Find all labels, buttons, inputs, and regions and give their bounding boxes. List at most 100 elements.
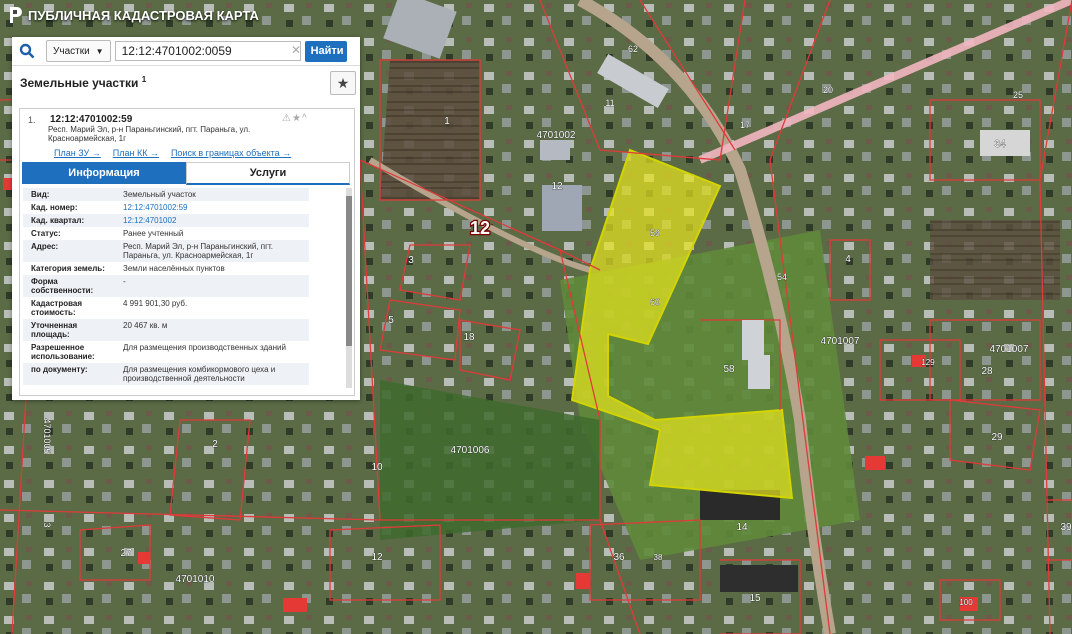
map-label: 29 xyxy=(991,432,1003,443)
results-title: Земельные участки 1 xyxy=(20,75,146,90)
info-value[interactable]: 12:12:4701002:59 xyxy=(121,201,309,214)
info-key: Уточненная площадь: xyxy=(31,321,78,339)
plan-kk-link[interactable]: План КК → xyxy=(113,148,159,158)
map-label: 4701007 xyxy=(821,336,860,347)
tab-info[interactable]: Информация xyxy=(22,162,186,184)
search-in-bounds-link[interactable]: Поиск в границах объекта → xyxy=(171,148,291,158)
map-label: 12 xyxy=(470,218,490,238)
warning-icon[interactable]: ⚠ xyxy=(282,113,292,124)
scrollbar[interactable] xyxy=(346,188,352,388)
info-key: Адрес: xyxy=(31,242,59,251)
parcel-address: Респ. Марий Эл, р-н Параньгинский, пгт. … xyxy=(48,125,251,143)
map-label: 12 xyxy=(371,552,383,563)
card-links: План ЗУ → План КК → Поиск в границах объ… xyxy=(54,148,291,158)
info-key: Разрешенное использование: xyxy=(31,343,95,361)
map-label: 4 xyxy=(845,254,851,265)
info-table: Вид: Земельный участок Кад. номер: 12:12:47… xyxy=(23,188,309,386)
plan-zu-link[interactable]: План ЗУ → xyxy=(54,148,101,158)
map-label: 34 xyxy=(994,139,1006,150)
info-value: Земельный участок xyxy=(123,190,196,199)
map-label: 25 xyxy=(1013,90,1023,100)
field-area xyxy=(380,60,480,200)
map-label: 36 xyxy=(613,552,625,563)
app-brand[interactable]: ПУБЛИЧНАЯ КАДАСТРОВАЯ КАРТА xyxy=(8,6,259,24)
search-type-label: Участки xyxy=(53,45,90,57)
header: ПУБЛИЧНАЯ КАДАСТРОВАЯ КАРТА xyxy=(0,0,1072,32)
map-label: 12 xyxy=(551,181,563,192)
map-label: 5 xyxy=(388,315,394,326)
search-icon[interactable] xyxy=(12,37,42,65)
map-label: 129 xyxy=(921,358,935,367)
map-label: 62 xyxy=(628,44,638,54)
info-value[interactable]: 12:12:4701002 xyxy=(121,214,309,227)
map-label: 60 xyxy=(650,297,660,307)
map-label: 27 xyxy=(120,548,132,559)
map-label: 10 xyxy=(371,462,383,473)
results-title-text: Земельные участки xyxy=(20,76,139,90)
search-input[interactable] xyxy=(114,41,301,61)
info-value: Респ. Марий Эл, р-н Параньгинский, пгт. … xyxy=(123,242,273,260)
map-label: 4701002 xyxy=(537,130,576,141)
chevron-up-icon[interactable]: ^ xyxy=(302,113,308,124)
scroll-thumb[interactable] xyxy=(346,196,352,346)
search-type-select[interactable]: Участки ▼ xyxy=(46,40,111,62)
favorite-star-button[interactable]: ★ xyxy=(330,71,356,95)
map-label: 54 xyxy=(777,272,787,282)
chevron-down-icon: ▼ xyxy=(95,46,104,56)
info-key: Форма собственности: xyxy=(31,277,94,295)
info-row: Кад. квартал: 12:12:4701002 xyxy=(23,214,309,227)
result-index: 1. xyxy=(28,115,36,125)
info-value: Земли населённых пунктов xyxy=(123,264,225,273)
find-button[interactable]: Найти xyxy=(304,40,347,62)
info-row: Форма собственности: - xyxy=(23,275,309,297)
tab-services[interactable]: Услуги xyxy=(186,162,350,185)
map-label: 100 xyxy=(959,598,973,607)
info-row: Адрес: Респ. Марий Эл, р-н Параньгинский,… xyxy=(23,240,309,262)
info-value: Для размещения производственных зданий xyxy=(123,343,286,352)
map-label: 1 xyxy=(444,116,450,127)
map-label: 18 xyxy=(463,332,475,343)
info-value: 4 991 901,30 руб. xyxy=(123,299,188,308)
info-row: Категория земель: Земли населённых пункто… xyxy=(23,262,309,275)
map-label: 4701006 xyxy=(451,445,490,456)
info-row: Вид: Земельный участок xyxy=(23,188,309,201)
map-label: 4701007 xyxy=(990,344,1029,355)
info-row: Уточненная площадь: 20 467 кв. м xyxy=(23,319,309,341)
info-value: - xyxy=(123,277,126,286)
map-label: 20 xyxy=(823,85,833,95)
info-row: Разрешенное использование: Для размещения… xyxy=(23,341,309,363)
clear-search-icon[interactable]: ✕ xyxy=(291,43,301,57)
star-outline-icon[interactable]: ★ xyxy=(292,113,302,124)
map-label: 14 xyxy=(736,522,748,533)
map-label: 28 xyxy=(981,366,993,377)
info-key: Кадастровая стоимость: xyxy=(31,299,83,317)
info-row: по документу: Для размещения комбикормово… xyxy=(23,363,309,385)
map-label: 4701010 xyxy=(176,574,215,585)
info-value: Для размещения комбикормового цеха и про… xyxy=(123,365,276,383)
map-label: 3 xyxy=(42,522,52,527)
rosreestr-logo-icon xyxy=(10,7,22,23)
map-label: 15 xyxy=(749,593,761,604)
info-key: Вид: xyxy=(31,190,50,199)
map-label: 58 xyxy=(723,364,735,375)
app-title: ПУБЛИЧНАЯ КАДАСТРОВАЯ КАРТА xyxy=(28,7,259,23)
info-key: Категория земель: xyxy=(31,264,105,273)
search-bar: Участки ▼ ✕ Найти xyxy=(12,37,360,65)
parcel-card: 1. 12:12:4701002:59 Респ. Марий Эл, р-н … xyxy=(19,108,355,396)
map-label: 4701005 xyxy=(42,418,52,453)
info-key: Кад. номер: xyxy=(31,203,78,212)
field-area-4 xyxy=(720,565,798,592)
cad-number-heading[interactable]: 12:12:4701002:59 xyxy=(50,114,132,125)
map-label: 39 xyxy=(1060,522,1072,533)
info-key: Статус: xyxy=(31,229,61,238)
search-panel: Участки ▼ ✕ Найти Земельные участки 1 ★ … xyxy=(12,37,360,400)
card-action-icons: ⚠★^ xyxy=(282,113,308,124)
info-row: Статус: Ранее учтенный xyxy=(23,227,309,240)
info-key: Кад. квартал: xyxy=(31,216,85,225)
divider xyxy=(12,65,360,66)
map-label: 59 xyxy=(650,228,660,238)
map-label: 17 xyxy=(740,120,750,130)
info-row: Кад. номер: 12:12:4701002:59 xyxy=(23,201,309,214)
info-row: Кадастровая стоимость: 4 991 901,30 руб. xyxy=(23,297,309,319)
star-icon: ★ xyxy=(336,74,350,91)
